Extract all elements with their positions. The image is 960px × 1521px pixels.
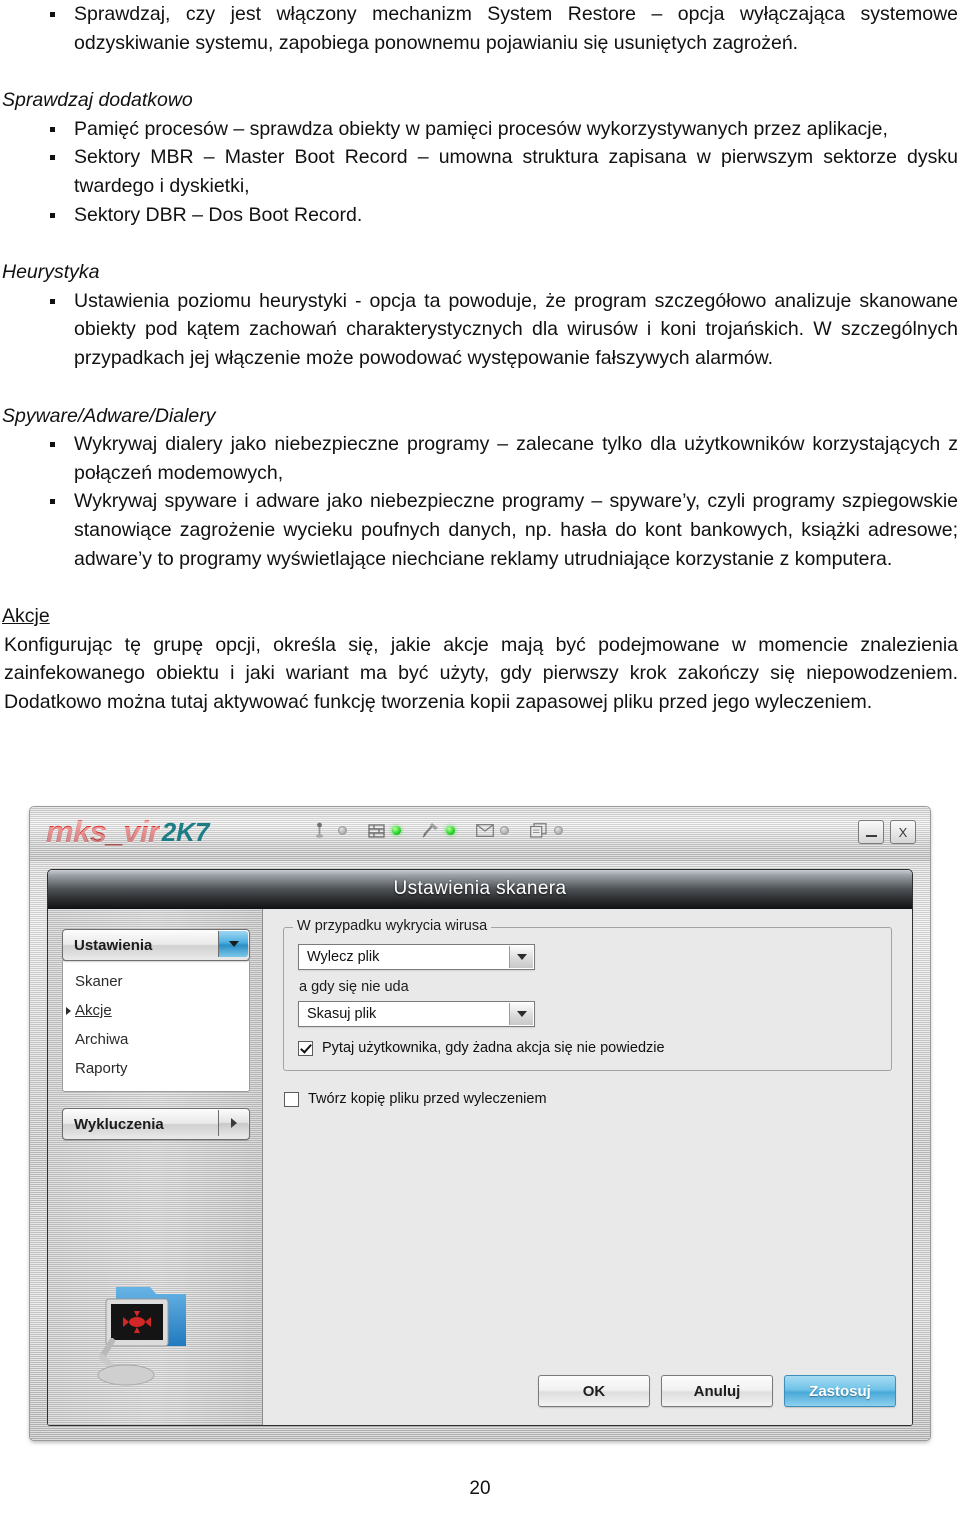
groupbox-title: W przypadku wykrycia wirusa [293, 918, 492, 934]
sidebar-item-label: Skaner [75, 973, 123, 990]
list-item: Wykrywaj spyware i adware jako niebezpie… [2, 487, 958, 573]
status-group-monitor[interactable] [529, 821, 563, 840]
spyware-bullet-list: Wykrywaj dialery jako niebezpieczne prog… [2, 430, 958, 573]
sprawdzaj-bullet-list: Pamięć procesów – sprawdza obiekty w pam… [2, 115, 958, 229]
mks-vir-application-window: mks_vir 2K7 X Ustawienia skanera Ustawie… [30, 807, 930, 1440]
chevron-down-icon[interactable] [509, 1003, 533, 1025]
selected-marker-icon [66, 1006, 71, 1015]
ask-user-checkbox-row[interactable]: Pytaj użytkownika, gdy żadna akcja się n… [298, 1040, 877, 1056]
list-item: Pamięć procesów – sprawdza obiekty w pam… [2, 115, 958, 144]
backup-checkbox[interactable] [284, 1091, 299, 1107]
nav-group-header-wykluczenia[interactable]: Wykluczenia [62, 1108, 250, 1140]
status-group-scanner[interactable] [421, 821, 455, 840]
sidebar-item-label: Raporty [75, 1060, 128, 1077]
dialog-button-row: OK Anuluj Zastosuj [538, 1375, 896, 1407]
nav-item-list: Skaner Akcje Archiwa Raporty [62, 961, 250, 1092]
sidebar-item-skaner[interactable]: Skaner [63, 967, 249, 996]
primary-action-value: Wylecz plik [307, 949, 380, 965]
list-item: Sektory MBR – Master Boot Record – umown… [2, 143, 958, 200]
cancel-button[interactable]: Anuluj [661, 1375, 773, 1407]
sidebar-item-label: Akcje [75, 1002, 112, 1019]
minimize-button[interactable] [858, 820, 884, 844]
primary-action-select[interactable]: Wylecz plik [298, 944, 535, 970]
screenshot-figure: mks_vir 2K7 X Ustawienia skanera Ustawie… [30, 807, 930, 1440]
brand-suffix: 2K7 [161, 816, 210, 847]
sidebar-item-raporty[interactable]: Raporty [63, 1054, 249, 1083]
dialog-title: Ustawienia skanera [393, 878, 567, 899]
list-item: Wykrywaj dialery jako niebezpieczne prog… [2, 430, 958, 487]
firewall-icon [367, 821, 386, 840]
backup-checkbox-row[interactable]: Twórz kopię pliku przed wyleczeniem [284, 1091, 892, 1107]
fallback-action-value: Skasuj plik [307, 1006, 377, 1022]
dialog-titlebar: Ustawienia skanera [48, 870, 912, 909]
settings-dialog: Ustawienia skanera Ustawienia Skaner Akc… [47, 869, 913, 1426]
nav-group-label: Wykluczenia [74, 1115, 164, 1133]
akcje-paragraph: Konfigurując tę grupę opcji, określa się… [4, 633, 958, 713]
shield-probe-icon [313, 821, 332, 840]
sidebar-item-akcje[interactable]: Akcje [63, 996, 249, 1025]
page-number: 20 [469, 1478, 491, 1499]
chevron-down-icon[interactable] [509, 946, 533, 968]
list-item: Sprawdzaj, czy jest włączony mechanizm S… [2, 0, 958, 57]
chevron-right-icon[interactable] [218, 1110, 248, 1136]
ask-user-checkbox-label: Pytaj użytkownika, gdy żadna akcja się n… [322, 1040, 665, 1056]
list-item: Ustawienia poziomu heurystyki - opcja ta… [2, 287, 958, 373]
monitor-virus-illustration-icon [82, 1279, 202, 1389]
close-button[interactable]: X [890, 820, 916, 844]
status-led [554, 826, 563, 835]
module-status-toolbar [313, 821, 583, 840]
mail-icon [475, 821, 494, 840]
dialog-body: Ustawienia Skaner Akcje Archiwa Raporty … [48, 909, 912, 1425]
nav-group-label: Ustawienia [74, 936, 153, 954]
ask-user-checkbox[interactable] [298, 1040, 313, 1056]
content-pane: W przypadku wykrycia wirusa Wylecz plik … [263, 909, 912, 1425]
backup-checkbox-label: Twórz kopię pliku przed wyleczeniem [308, 1091, 547, 1107]
sidebar-item-label: Archiwa [75, 1031, 129, 1048]
scanner-icon [421, 821, 440, 840]
section-heading-spyware: Spyware/Adware/Dialery [2, 404, 216, 427]
ok-button[interactable]: OK [538, 1375, 650, 1407]
fallback-action-select[interactable]: Skasuj plik [298, 1001, 535, 1027]
nav-group-header-ustawienia[interactable]: Ustawienia [62, 929, 250, 961]
status-led [392, 826, 401, 835]
section-heading-heurystyka: Heurystyka [2, 261, 100, 284]
sidebar-item-archiwa[interactable]: Archiwa [63, 1025, 249, 1054]
status-group-firewall[interactable] [367, 821, 401, 840]
section-heading-akcje: Akcje [2, 605, 50, 628]
status-led [446, 826, 455, 835]
list-item: Sektory DBR – Dos Boot Record. [2, 201, 958, 230]
navigation-pane: Ustawienia Skaner Akcje Archiwa Raporty … [48, 909, 263, 1425]
status-led [338, 826, 347, 835]
brand-name: mks_vir [46, 814, 160, 849]
document-body: Sprawdzaj, czy jest włączony mechanizm S… [2, 0, 958, 716]
status-group-shield[interactable] [313, 821, 347, 840]
status-group-mail[interactable] [475, 821, 509, 840]
intro-bullet-list: Sprawdzaj, czy jest włączony mechanizm S… [2, 0, 958, 57]
fallback-label: a gdy się nie uda [299, 979, 409, 995]
application-titlebar: mks_vir 2K7 X [30, 807, 930, 861]
chevron-down-icon[interactable] [218, 931, 248, 957]
mks-vir-logo: mks_vir 2K7 [46, 814, 210, 849]
window-controls: X [858, 820, 916, 844]
status-led [500, 826, 509, 835]
apply-button[interactable]: Zastosuj [784, 1375, 896, 1407]
virus-detection-groupbox: W przypadku wykrycia wirusa Wylecz plik … [283, 918, 892, 1071]
monitor-files-icon [529, 821, 548, 840]
section-heading-sprawdzaj: Sprawdzaj dodatkowo [2, 89, 193, 112]
heurystyka-bullet-list: Ustawienia poziomu heurystyki - opcja ta… [2, 287, 958, 373]
